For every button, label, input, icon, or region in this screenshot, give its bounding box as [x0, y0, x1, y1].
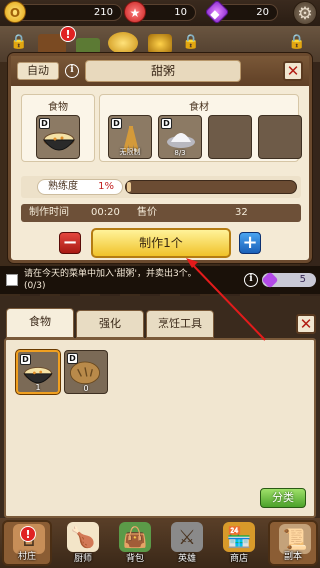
quest-description: 请在今天的菜单中加入'甜粥'，并卖出3个。 (0/3) [24, 268, 232, 292]
nav-bag[interactable]: 👜 背包 [110, 520, 160, 566]
nav-village[interactable]: ⌂ ! 村庄 [2, 520, 52, 566]
shop-icon: 🏪 [223, 522, 255, 552]
coin-counter: 210 [14, 4, 122, 21]
nav-chef[interactable]: 🍗 厨师 [58, 520, 108, 566]
recipe-stats-row: 制作时间 00:20 售价 32 [21, 204, 301, 222]
lock-icon: 🔒 [182, 34, 200, 50]
price-value: 32 [235, 207, 248, 218]
settings-gear-button[interactable]: ⚙ [293, 1, 317, 25]
inventory-tabs: 食物 强化 烹饪工具 ✕ [0, 302, 320, 338]
grade-badge: D [161, 118, 172, 129]
gem-amount: 20 [256, 7, 269, 18]
decrease-quantity-button[interactable]: − [59, 232, 81, 254]
recipe-title: 甜粥 [85, 60, 241, 82]
ingredient-slot-empty[interactable] [258, 115, 302, 159]
item-count: 1 [35, 383, 41, 392]
close-button[interactable]: ✕ [283, 61, 303, 81]
coin-icon: O [4, 1, 26, 23]
item-count: 0 [83, 384, 89, 393]
gem-icon [261, 271, 279, 289]
hero-icon: ⚔ [171, 522, 203, 552]
alert-badge-icon: ! [20, 526, 36, 542]
proficiency-bar-fill [127, 182, 131, 192]
ingredient-slot-sugar[interactable]: D 8/3 [158, 115, 202, 159]
quest-text: 请在今天的菜单中加入'甜粥'，并卖出3个。 [24, 269, 197, 279]
inventory-grid: D 1 D 0 分类 [4, 338, 316, 518]
chef-icon: 🍗 [67, 522, 99, 552]
ingredient-slot-wheat[interactable]: D 无限制 [108, 115, 152, 159]
inventory-item-bread[interactable]: D 0 [64, 350, 108, 394]
nav-label: 厨师 [73, 554, 92, 564]
nav-shop[interactable]: 🏪 商店 [214, 520, 264, 566]
nav-dungeon[interactable]: 📜 副本 [268, 520, 318, 566]
bag-icon: 👜 [119, 522, 151, 552]
proficiency-row: 熟练度 1% [21, 176, 301, 198]
lock-icon: 🔒 [10, 34, 28, 50]
grade-badge: D [39, 118, 50, 129]
food-slot[interactable]: D [36, 115, 80, 159]
inventory-item-porridge[interactable]: D 1 [16, 350, 60, 394]
recipe-panel-header: 自动 i 甜粥 ✕ [11, 56, 309, 86]
craft-time-value: 00:20 [91, 207, 120, 218]
tab-cooking-tools[interactable]: 烹饪工具 [146, 310, 214, 338]
ingredients-section-label: 食材 [189, 102, 209, 113]
make-button[interactable]: 制作1个 [91, 228, 231, 258]
auto-button[interactable]: 自动 [17, 62, 59, 80]
proficiency-value: 1% [98, 181, 114, 192]
quest-progress: (0/3) [24, 281, 46, 291]
signpost-decoration[interactable] [76, 38, 100, 54]
bottom-nav: ⌂ ! 村庄 🍗 厨师 👜 背包 ⚔ 英雄 🏪 商店 📜 副本 [0, 518, 320, 568]
ingredient-caption: 8/3 [174, 149, 186, 157]
quest-info-icon[interactable]: i [244, 273, 258, 287]
nav-label: 背包 [125, 554, 144, 564]
quest-reward-amount: 5 [299, 274, 306, 285]
nav-label: 英雄 [177, 554, 196, 564]
tab-enhance[interactable]: 强化 [76, 310, 144, 338]
grade-badge: D [20, 354, 31, 365]
coin-amount: 210 [93, 7, 113, 18]
inventory-panel: 食物 强化 烹饪工具 ✕ D 1 D 0 分类 [0, 296, 320, 518]
ingredient-caption: 无限制 [119, 148, 141, 156]
lock-icon: 🔒 [288, 34, 306, 50]
resource-bar: 210 O 10 ★ 20 ◆ ⚙ [0, 0, 320, 26]
sort-button[interactable]: 分类 [260, 488, 306, 508]
recipe-panel: 自动 i 甜粥 ✕ 食物 D 食材 D 无限制 D 8/3 熟练度 1% 制作时… [8, 53, 312, 263]
proficiency-bar [125, 180, 297, 194]
medal-icon: ★ [124, 1, 146, 23]
grade-badge: D [67, 353, 78, 364]
nav-label: 副本 [283, 552, 302, 562]
coin-stack-decoration[interactable] [148, 34, 172, 54]
food-section: 食物 D [21, 94, 95, 162]
craft-time-label: 制作时间 [29, 207, 69, 218]
nav-label: 商店 [229, 554, 248, 564]
grade-badge: D [111, 118, 122, 129]
ingredient-slot-empty[interactable] [208, 115, 252, 159]
tab-food[interactable]: 食物 [6, 308, 74, 338]
proficiency-label: 熟练度 [48, 181, 78, 192]
nav-hero[interactable]: ⚔ 英雄 [162, 520, 212, 566]
medal-amount: 10 [174, 7, 187, 18]
food-section-label: 食物 [48, 102, 68, 113]
info-icon[interactable]: i [65, 64, 79, 78]
nav-label: 村庄 [17, 552, 36, 562]
alert-badge-icon: ! [60, 26, 76, 42]
quest-checkbox[interactable] [6, 274, 18, 286]
gold-pile-decoration[interactable] [108, 32, 138, 54]
quest-bar: 请在今天的菜单中加入'甜粥'，并卖出3个。 (0/3) i 5 [0, 266, 320, 294]
increase-quantity-button[interactable]: + [239, 232, 261, 254]
proficiency-label-box: 熟练度 1% [37, 179, 123, 195]
ingredients-section: 食材 D 无限制 D 8/3 [99, 94, 302, 162]
close-inventory-button[interactable]: ✕ [296, 314, 316, 334]
price-label: 售价 [137, 207, 157, 218]
quest-reward: 5 [261, 271, 316, 289]
